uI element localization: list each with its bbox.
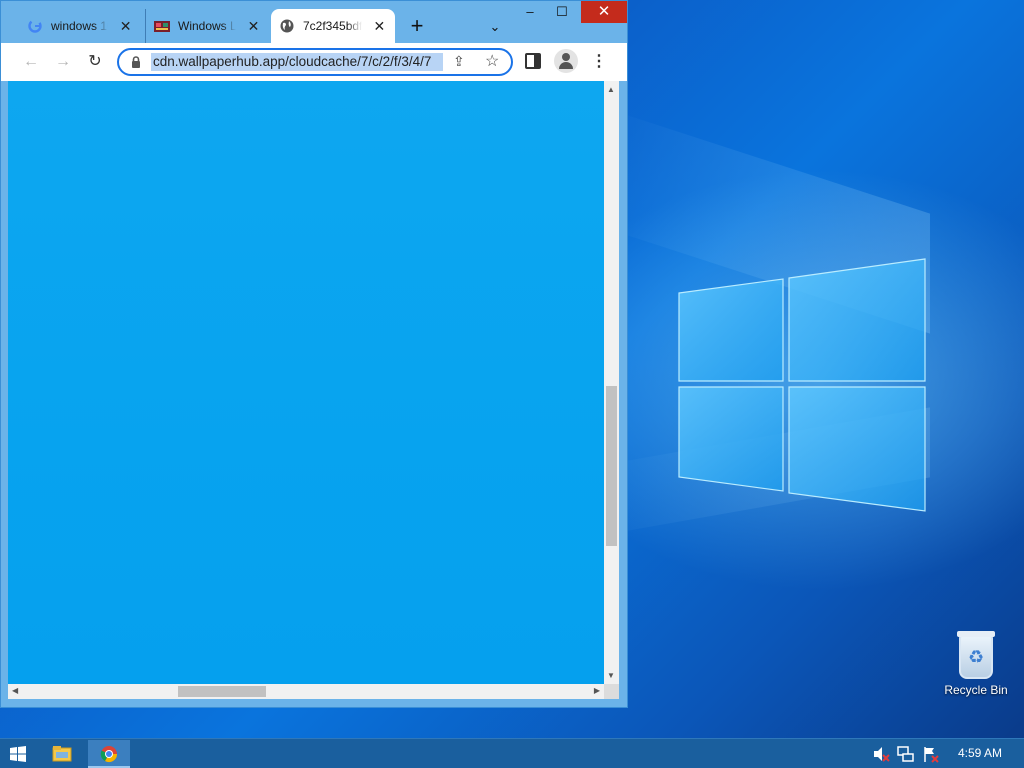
windows-logo-wallpaper <box>678 258 926 512</box>
profile-avatar-icon[interactable] <box>554 49 578 73</box>
back-button[interactable]: ← <box>19 51 43 73</box>
globe-icon <box>279 18 295 34</box>
page-content-image <box>8 81 604 684</box>
file-explorer-icon[interactable] <box>52 744 72 762</box>
lock-icon[interactable] <box>129 55 143 69</box>
taskbar: 4:59 AM <box>0 738 1024 768</box>
tab-title: 7c2f345bdf <box>303 19 362 33</box>
browser-toolbar: ← → ↻ cdn.wallpaperhub.app/cloudcache/7/… <box>1 43 627 81</box>
minimize-button[interactable]: – <box>515 1 545 23</box>
bookmark-star-icon[interactable]: ☆ <box>485 51 499 71</box>
tab-close-icon[interactable]: ✕ <box>372 18 387 35</box>
taskbar-clock[interactable]: 4:59 AM <box>958 746 1002 760</box>
vertical-scrollbar[interactable]: ▲ ▼ <box>604 81 619 684</box>
site-favicon-icon <box>154 18 170 34</box>
browser-window: windows 10 ✕ Windows Lo ✕ <box>0 0 628 708</box>
google-icon <box>27 18 43 34</box>
url-text[interactable]: cdn.wallpaperhub.app/cloudcache/7/c/2/f/… <box>151 53 443 71</box>
volume-muted-icon[interactable] <box>872 745 890 763</box>
tab-close-icon[interactable]: ✕ <box>118 18 133 35</box>
tab-windows-10[interactable]: windows 10 ✕ <box>19 9 141 43</box>
tab-wallpaper-image[interactable]: 7c2f345bdf ✕ <box>271 9 395 43</box>
tab-strip: windows 10 ✕ Windows Lo ✕ <box>1 1 627 43</box>
maximize-button[interactable]: ☐ <box>547 1 577 23</box>
forward-button[interactable]: → <box>51 51 75 73</box>
new-tab-button[interactable]: + <box>405 15 429 39</box>
horizontal-scrollbar[interactable]: ◀ ▶ <box>8 684 604 699</box>
recycle-bin-label: Recycle Bin <box>944 683 1008 697</box>
browser-menu-button[interactable]: ⋮ <box>591 51 607 73</box>
vertical-scroll-thumb[interactable] <box>606 386 617 546</box>
tab-title: Windows Lo <box>178 19 237 33</box>
scrollbar-corner <box>604 684 619 699</box>
recycle-bin-shortcut[interactable]: Recycle Bin <box>938 631 1014 697</box>
address-bar[interactable]: cdn.wallpaperhub.app/cloudcache/7/c/2/f/… <box>117 48 513 76</box>
side-panel-icon[interactable] <box>525 53 541 69</box>
close-window-button[interactable]: ✕ <box>581 1 627 23</box>
tab-close-icon[interactable]: ✕ <box>246 18 261 35</box>
taskbar-chrome-button[interactable] <box>88 740 130 768</box>
action-center-flag-icon[interactable] <box>922 745 940 763</box>
network-icon[interactable] <box>897 745 915 763</box>
scroll-right-arrow-icon[interactable]: ▶ <box>594 686 600 695</box>
horizontal-scroll-thumb[interactable] <box>178 686 266 697</box>
share-icon[interactable]: ⇪ <box>453 53 465 70</box>
start-windows-icon[interactable] <box>10 746 26 762</box>
scroll-down-arrow-icon[interactable]: ▼ <box>607 671 615 680</box>
recycle-bin-icon <box>957 631 995 679</box>
chrome-icon <box>100 746 118 763</box>
tab-title: windows 10 <box>51 19 109 33</box>
scroll-up-arrow-icon[interactable]: ▲ <box>607 85 615 94</box>
reload-button[interactable]: ↻ <box>83 51 107 73</box>
tab-search-button[interactable]: ⌄ <box>485 15 505 39</box>
scroll-left-arrow-icon[interactable]: ◀ <box>12 686 18 695</box>
tab-windows-logo[interactable]: Windows Lo ✕ <box>145 9 269 43</box>
